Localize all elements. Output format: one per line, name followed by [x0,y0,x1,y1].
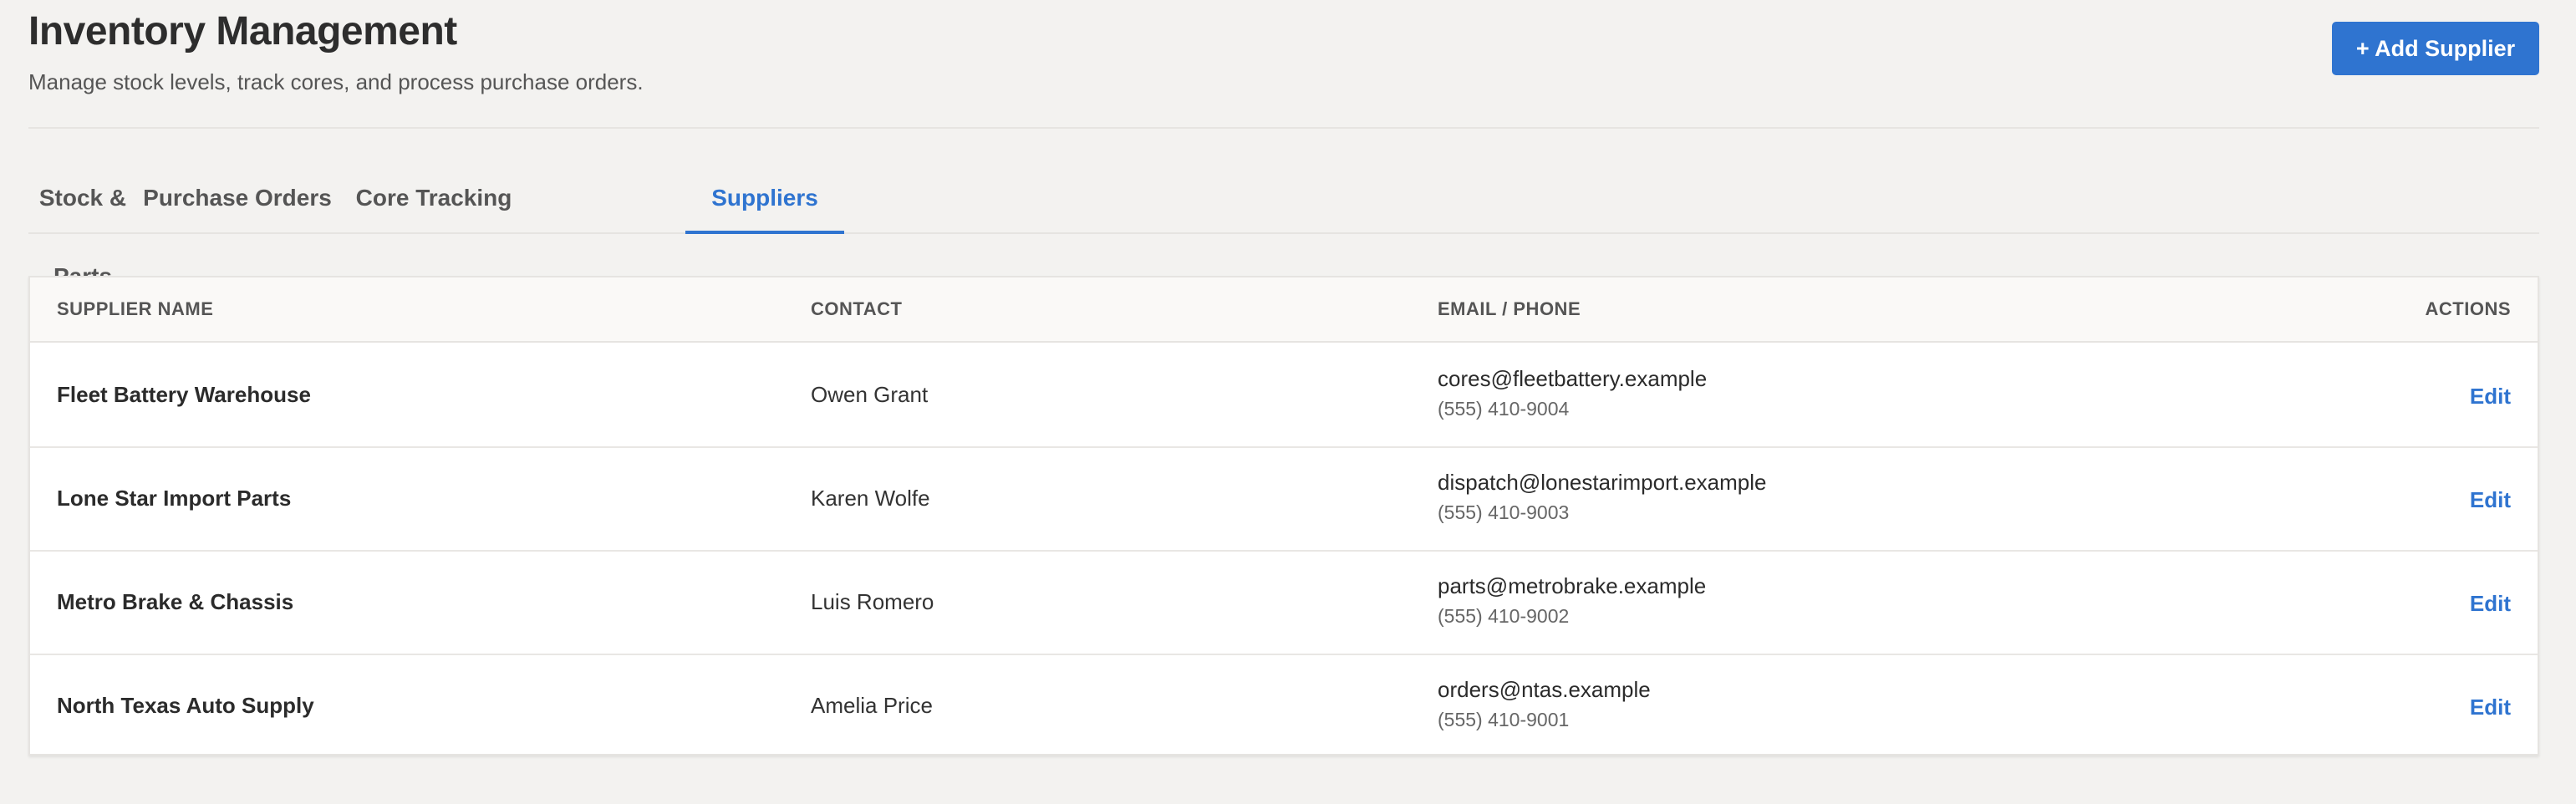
supplier-email: cores@fleetbattery.example [1438,366,1708,391]
supplier-email: orders@ntas.example [1438,677,1651,702]
supplier-contact: Karen Wolfe [811,486,930,511]
edit-supplier-link[interactable]: Edit [2470,550,2511,657]
supplier-name: Metro Brake & Chassis [57,589,294,614]
table-row: North Texas Auto Supply Amelia Price ord… [30,654,2538,757]
supplier-name: Fleet Battery Warehouse [57,382,311,407]
column-header-email-phone: EMAIL / PHONE [1438,298,1581,319]
supplier-phone: (555) 410-9003 [1438,501,1570,523]
supplier-phone: (555) 410-9002 [1438,605,1570,627]
column-header-supplier-name: SUPPLIER NAME [57,298,214,319]
page-subtitle: Manage stock levels, track cores, and pr… [28,69,644,94]
supplier-name: North Texas Auto Supply [57,693,314,718]
page-header: Inventory Management Manage stock levels… [28,0,2539,129]
tab-suppliers[interactable]: Suppliers [685,159,844,234]
supplier-email: dispatch@lonestarimport.example [1438,470,1767,495]
column-header-contact: CONTACT [811,298,903,319]
supplier-name: Lone Star Import Parts [57,486,292,511]
add-supplier-button[interactable]: + Add Supplier [2332,22,2539,75]
supplier-contact: Owen Grant [811,382,929,407]
tab-stock-parts[interactable]: Stock & Parts [28,159,137,289]
tab-bar: Stock & Parts Purchase Orders Core Track… [28,159,2539,289]
supplier-phone: (555) 410-9001 [1438,709,1570,730]
edit-supplier-link[interactable]: Edit [2470,446,2511,553]
inventory-page: Inventory Management Manage stock levels… [28,0,2539,756]
table-row: Fleet Battery Warehouse Owen Grant cores… [30,343,2538,448]
column-header-actions: ACTIONS [2425,298,2511,319]
page-title: Inventory Management [28,9,457,53]
tab-purchase-orders[interactable]: Purchase Orders [137,159,338,232]
supplier-contact: Luis Romero [811,589,934,614]
table-row: Metro Brake & Chassis Luis Romero parts@… [30,550,2538,655]
table-header: SUPPLIER NAME CONTACT EMAIL / PHONE ACTI… [30,277,2538,343]
tab-core-tracking[interactable]: Core Tracking [338,159,530,232]
edit-supplier-link[interactable]: Edit [2470,654,2511,761]
suppliers-table: SUPPLIER NAME CONTACT EMAIL / PHONE ACTI… [28,276,2539,756]
supplier-email: parts@metrobrake.example [1438,573,1707,598]
supplier-contact: Amelia Price [811,693,933,718]
supplier-phone: (555) 410-9004 [1438,398,1570,420]
table-row: Lone Star Import Parts Karen Wolfe dispa… [30,446,2538,552]
edit-supplier-link[interactable]: Edit [2470,343,2511,450]
